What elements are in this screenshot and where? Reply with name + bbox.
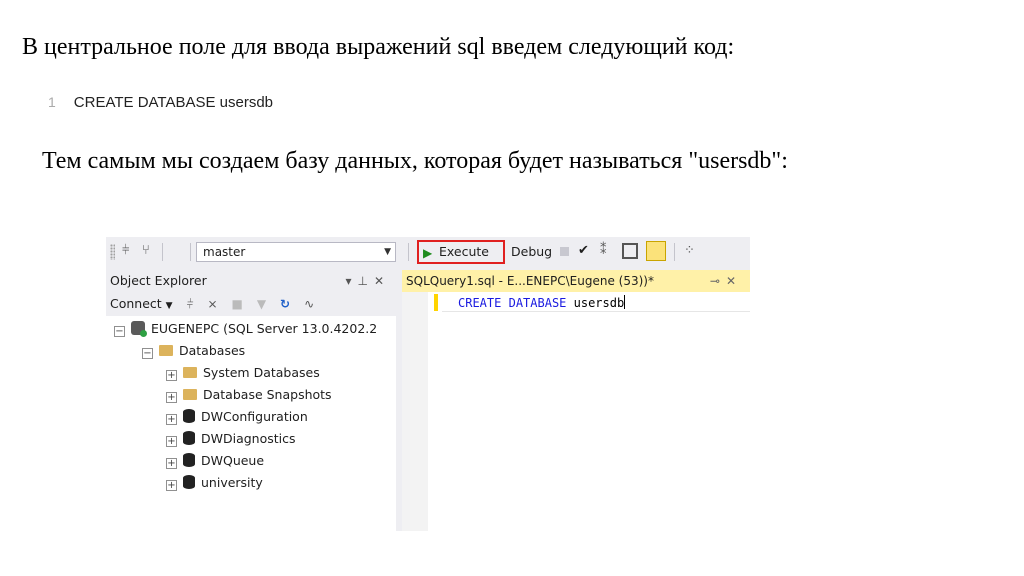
tree-node-label: DWConfiguration <box>201 409 308 424</box>
close-icon[interactable]: ✕ <box>726 274 742 288</box>
query-editor: SQLQuery1.sql - E...ENEPC\Eugene (53))* … <box>402 270 750 531</box>
tree-node-university[interactable]: + university <box>166 472 263 494</box>
execute-button[interactable]: ▶ Execute <box>417 240 505 264</box>
tree-node-label: EUGENEPC (SQL Server 13.0.4202.2 <box>151 321 378 336</box>
chevron-down-icon: ▼ <box>384 247 391 257</box>
tree-node-dwdiagnostics[interactable]: + DWDiagnostics <box>166 428 296 450</box>
tab-query-title: SQLQuery1.sql - E...ENEPC\Eugene (53))* <box>406 274 654 288</box>
tree-node-databases[interactable]: − Databases <box>142 340 245 362</box>
disconnect-icon[interactable]: ⨯ <box>207 297 217 311</box>
toolbar-grip[interactable] <box>110 244 115 260</box>
expand-icon[interactable]: + <box>166 370 177 381</box>
pin-icon[interactable]: ⊥ <box>357 274 373 288</box>
tree-node-label: System Databases <box>203 365 320 380</box>
chevron-down-icon: ▼ <box>165 301 173 311</box>
tree-node-dwconfiguration[interactable]: + DWConfiguration <box>166 406 308 428</box>
object-explorer-toolbar: Connect ▼ ⫩ ⨯ ■ ▼ ↻ ∿ <box>106 292 396 316</box>
tree-node-server[interactable]: − EUGENEPC (SQL Server 13.0.4202.2 <box>114 318 377 340</box>
intro-text: В центральное поле для ввода выражений s… <box>22 34 735 60</box>
code-keyword: CREATE <box>458 296 502 310</box>
server-icon <box>131 321 147 337</box>
toolbar-separator <box>190 243 191 261</box>
expand-icon[interactable]: + <box>166 436 177 447</box>
change-connection-icon[interactable]: ⑂ <box>142 243 150 259</box>
explanation-paragraph: Тем самым мы создаем базу данных, котора… <box>42 148 788 174</box>
tree-node-label: DWQueue <box>201 453 265 468</box>
connect-icon[interactable]: ⫩ <box>122 243 129 259</box>
toolbar-separator <box>674 243 675 261</box>
collapse-icon[interactable]: − <box>142 348 153 359</box>
code-keyword: DATABASE <box>508 296 567 310</box>
parse-icon[interactable]: ⁑ <box>600 243 607 259</box>
play-icon: ▶ <box>423 246 433 260</box>
chevron-down-icon[interactable]: ▾ <box>345 274 357 288</box>
folder-icon <box>183 389 197 400</box>
code-snippet: 1 CREATE DATABASE usersdb <box>48 94 273 111</box>
toolbar-separator <box>408 243 409 261</box>
query-text-area[interactable]: CREATE DATABASE usersdb <box>458 294 626 312</box>
expand-icon[interactable]: + <box>166 414 177 425</box>
tree-node-label: Databases <box>179 343 246 358</box>
tree-node-label: DWDiagnostics <box>201 431 296 446</box>
tree-node-dwqueue[interactable]: + DWQueue <box>166 450 264 472</box>
code-line-number: 1 <box>48 94 56 110</box>
database-select[interactable]: master ▼ <box>196 242 396 262</box>
tree-node-system-databases[interactable]: + System Databases <box>166 362 320 384</box>
activity-monitor-icon[interactable]: ∿ <box>304 297 314 311</box>
database-icon <box>183 453 195 467</box>
folder-icon <box>183 367 197 378</box>
pin-icon[interactable]: ⊸ <box>710 274 726 288</box>
ssms-toolbar: ⫩ ⑂ master ▼ ▶ Execute Debug ✔ ⁑ ⁘ <box>106 237 750 267</box>
expand-icon[interactable]: + <box>166 480 177 491</box>
expand-icon[interactable]: + <box>166 458 177 469</box>
change-indicator <box>434 294 438 311</box>
panel-controls: ▾⊥✕ <box>345 270 390 292</box>
cancel-query-icon[interactable] <box>560 247 569 256</box>
database-icon <box>183 475 195 489</box>
database-icon <box>183 431 195 445</box>
connect-dropdown[interactable]: Connect ▼ <box>110 296 173 311</box>
refresh-icon[interactable]: ↻ <box>280 297 290 311</box>
execute-label: Execute <box>439 244 489 259</box>
database-select-value: master <box>203 245 246 259</box>
object-explorer-title-bar: Object Explorer ▾⊥✕ <box>106 270 396 292</box>
editor-margin <box>402 292 428 531</box>
database-icon <box>183 409 195 423</box>
results-grid-icon[interactable] <box>622 243 638 259</box>
close-icon[interactable]: ✕ <box>374 274 390 288</box>
tree-node-database-snapshots[interactable]: + Database Snapshots <box>166 384 332 406</box>
connect-label: Connect <box>110 296 162 311</box>
text-caret <box>624 295 626 309</box>
code-snippet-text: CREATE DATABASE usersdb <box>73 94 274 111</box>
tree-node-label: university <box>201 475 263 490</box>
results-file-icon[interactable] <box>646 241 666 261</box>
tab-query[interactable]: SQLQuery1.sql - E...ENEPC\Eugene (53))* … <box>402 270 750 292</box>
connect-icon[interactable]: ⫩ <box>187 297 194 311</box>
toolbar-separator <box>162 243 163 261</box>
filter-icon[interactable]: ▼ <box>257 297 266 311</box>
folder-icon <box>159 345 173 356</box>
tree-node-label: Database Snapshots <box>203 387 332 402</box>
check-icon[interactable]: ✔ <box>578 243 589 259</box>
stop-icon[interactable]: ■ <box>232 297 243 311</box>
debug-button[interactable]: Debug <box>511 243 552 261</box>
object-explorer: Object Explorer ▾⊥✕ Connect ▼ ⫩ ⨯ ■ ▼ ↻ … <box>106 270 396 531</box>
query-options-icon[interactable]: ⁘ <box>684 243 695 259</box>
ssms-screenshot: ⫩ ⑂ master ▼ ▶ Execute Debug ✔ ⁑ ⁘ Objec… <box>106 237 750 531</box>
code-identifier: usersdb <box>573 296 625 310</box>
tab-controls: ⊸✕ <box>710 270 742 292</box>
collapse-icon[interactable]: − <box>114 326 125 337</box>
expand-icon[interactable]: + <box>166 392 177 403</box>
object-explorer-title: Object Explorer <box>110 273 207 288</box>
